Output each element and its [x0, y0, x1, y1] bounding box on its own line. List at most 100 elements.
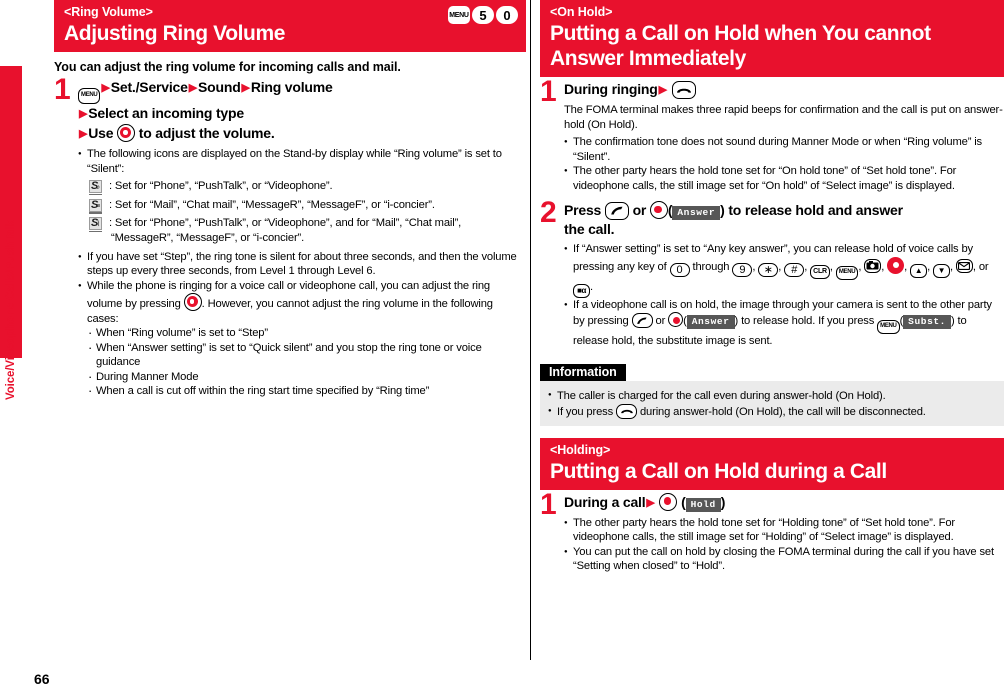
step-label-press: Press	[564, 202, 602, 218]
bullet-item: You can put the call on hold by closing …	[564, 545, 1004, 574]
bullet-text-b: during answer-hold (On Hold), the call w…	[639, 405, 926, 418]
navigation-key-icon	[887, 256, 905, 274]
camera-key-icon	[864, 258, 882, 273]
step-number: 1	[54, 73, 71, 106]
holding-bullets: The other party hears the hold tone set …	[564, 516, 1004, 574]
icon-row-text: : Set for “Mail”, “Chat mail”, “MessageR…	[109, 198, 435, 211]
step-2-right: 2 Press or (Answer) to release hold and …	[540, 198, 1004, 349]
arrow-icon: ▶	[101, 82, 110, 94]
step-1-left: 1 MENU▶Set./Service▶Sound▶Ring volume ▶S…	[54, 73, 526, 399]
holding-banner: <Holding> Putting a Call on Hold during …	[540, 437, 1004, 490]
bullet-item: If a videophone call is on hold, the ima…	[564, 298, 1004, 349]
select-key-icon	[659, 492, 678, 511]
bullet-text-through: through	[692, 260, 730, 273]
key-0-icon: 0	[669, 262, 690, 277]
softkey-hold: Hold	[685, 497, 721, 512]
step-label-during-call: During a call	[564, 493, 646, 510]
navigation-key-icon	[117, 124, 136, 142]
end-call-key-icon	[616, 403, 637, 419]
key-hash-icon: #	[784, 262, 805, 277]
step-label-set-service: Set./Service	[110, 79, 188, 95]
step-number: 1	[540, 75, 557, 108]
information-heading: Information	[540, 363, 626, 381]
arrow-icon: ▶	[188, 82, 197, 94]
list-item: S ♪ : Set for “Phone”, “PushTalk”, or “Vi…	[89, 179, 526, 195]
step-heading: During ringing▶	[564, 80, 1004, 100]
bullet-text: to release hold. If you press	[741, 315, 875, 327]
arrow-icon: ▶	[646, 496, 655, 509]
list-item: S ≡ : Set for “Mail”, “Chat mail”, “Messa…	[89, 198, 526, 214]
icon-row-text-cont: “MessageR”, “MessageF”, or “i-concier”.	[111, 232, 305, 244]
bullet-item: The confirmation tone does not sound dur…	[564, 135, 1004, 164]
step-heading: Press or (Answer) to release hold and an…	[564, 201, 1004, 239]
right-column: <On Hold> Putting a Call on Hold when Yo…	[540, 0, 1004, 660]
icon-mark: ≡	[96, 202, 100, 210]
left-bullet-list-2: If you have set “Step”, the ring tone is…	[78, 250, 526, 327]
navigation-key-icon	[183, 293, 202, 311]
arrow-icon: ▶	[658, 84, 667, 96]
key-asterisk-icon: ∗	[758, 262, 779, 277]
key-clr-icon: CLR	[810, 264, 830, 279]
step-label-during-ringing: During ringing	[564, 81, 658, 97]
step-1-holding: 1 During a call▶ (Hold) The other party …	[540, 489, 1004, 574]
arrow-icon: ▶	[241, 82, 250, 94]
menu-key-icon: MENU	[78, 88, 101, 104]
step-label-sound: Sound	[198, 79, 241, 95]
step-label-select-type: Select an incoming type	[88, 105, 244, 121]
column-divider	[530, 0, 531, 660]
section-title-line1: Putting a Call on Hold when You cannot	[550, 22, 931, 45]
bullet-text-or: or	[655, 315, 666, 327]
key-menu-icon: MENU	[835, 265, 859, 280]
step-description: The FOMA terminal makes three rapid beep…	[564, 104, 1003, 131]
softkey-answer: Answer	[672, 206, 721, 220]
section-title: Putting a Call on Hold when You cannot A…	[550, 21, 994, 71]
section-title-line2: Answer Immediately	[550, 47, 746, 70]
side-tab-label: Voice/Videophone Calls/PushTalk	[5, 220, 17, 400]
page-number: 66	[34, 671, 50, 687]
bullet-text-a: If you press	[557, 405, 614, 418]
step2-bullets: If “Answer setting” is set to “Any key a…	[564, 242, 1004, 349]
send-call-key-icon	[604, 202, 629, 220]
end-call-key-icon	[671, 81, 696, 99]
section-title: Putting a Call on Hold during a Call	[550, 459, 887, 483]
i-mode-key-icon: ■α	[573, 283, 590, 298]
step-label-adjust: to adjust the volume.	[138, 125, 275, 141]
lead-text: You can adjust the ring volume for incom…	[54, 60, 401, 74]
key-up-icon: ▲	[910, 263, 928, 278]
information-block: Information The caller is charged for th…	[540, 363, 1004, 426]
icon-row-text: : Set for “Phone”, “PushTalk”, or “Video…	[109, 217, 462, 229]
bullet-item: If “Answer setting” is set to “Any key a…	[564, 242, 1004, 298]
arrow-icon: ▶	[79, 128, 88, 140]
icon-mark: ♪	[96, 184, 101, 191]
step-heading: MENU▶Set./Service▶Sound▶Ring volume ▶Sel…	[78, 78, 526, 144]
left-sub-item-list: When “Ring volume” is set to “Step” When…	[87, 325, 526, 399]
bullet-text-or: , or	[972, 260, 989, 273]
select-key-icon	[649, 201, 668, 219]
menu-key-badge: MENU	[448, 6, 470, 24]
page-title: Adjusting Ring Volume	[64, 22, 286, 45]
silent-icon-list: S ♪ : Set for “Phone”, “PushTalk”, or “Vi…	[89, 179, 526, 246]
list-item: When “Answer setting” is set to “Quick s…	[87, 340, 526, 370]
bullet-item: The caller is charged for the call even …	[548, 388, 996, 404]
step-heading: During a call▶ (Hold)	[564, 492, 726, 512]
banner-subtitle: <Holding>	[550, 442, 611, 457]
page-content: <Ring Volume> Adjusting Ring Volume MENU…	[54, 0, 1004, 697]
select-key-icon	[668, 312, 684, 327]
send-call-key-icon	[631, 313, 653, 328]
bullet-item: While the phone is ringing for a voice c…	[78, 279, 526, 327]
step-1-right: 1 During ringing▶ The FOMA terminal make…	[540, 75, 1004, 193]
step-label-or: or	[632, 202, 647, 218]
left-bullet-list: The following icons are displayed on the…	[78, 147, 526, 176]
step-label-ring-volume: Ring volume	[250, 79, 333, 95]
on-hold-banner: <On Hold> Putting a Call on Hold when Yo…	[540, 0, 1004, 77]
softkey-answer: Answer	[686, 315, 735, 329]
key-badge-5: 5	[472, 6, 494, 24]
icon-mark: ⌇	[96, 221, 100, 228]
left-column: <Ring Volume> Adjusting Ring Volume MENU…	[54, 0, 526, 660]
icon-row-text: : Set for “Phone”, “PushTalk”, or “Video…	[109, 180, 333, 192]
bullet-item: The following icons are displayed on the…	[78, 147, 526, 176]
step-label-use: Use	[88, 125, 114, 141]
bullet-item: The other party hears the hold tone set …	[564, 516, 1004, 545]
list-item: When a call is cut off within the ring s…	[87, 383, 526, 399]
bullet-text-end: .	[590, 280, 593, 293]
